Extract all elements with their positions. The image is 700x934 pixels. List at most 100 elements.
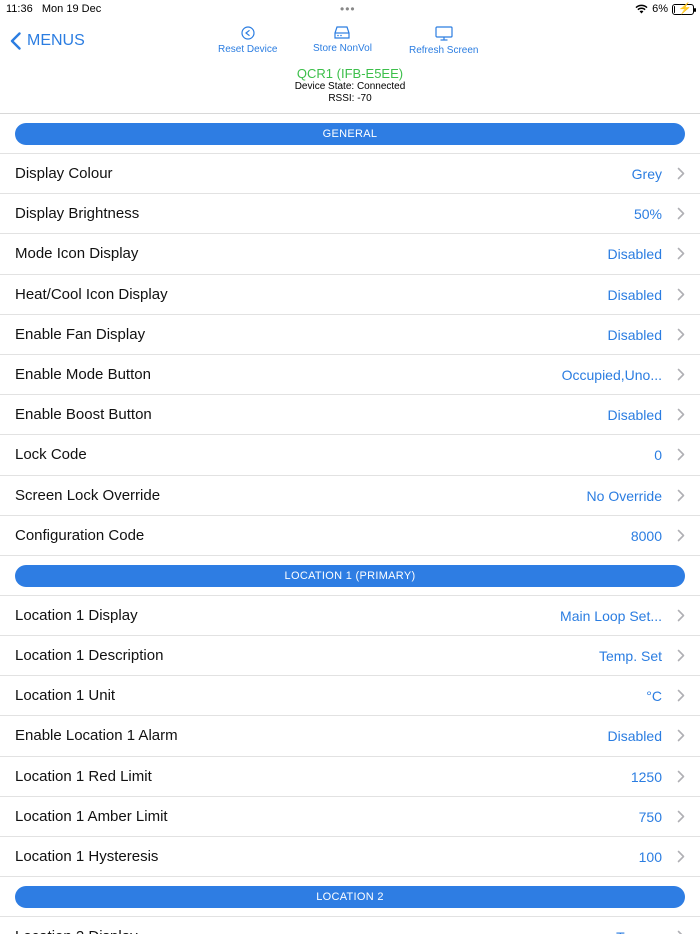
setting-label: Enable Mode Button — [15, 365, 151, 383]
setting-row[interactable]: Display Colour Grey — [0, 154, 700, 195]
setting-value: 100 — [638, 849, 662, 865]
setting-row[interactable]: Location 1 Description Temp. Set — [0, 636, 700, 677]
chevron-right-icon — [677, 328, 685, 346]
setting-row[interactable]: Location 1 Display Main Loop Set... — [0, 596, 700, 637]
reset-icon — [241, 26, 255, 40]
setting-label: Heat/Cool Icon Display — [15, 285, 168, 303]
status-indicators: 6% ⚡ — [635, 3, 696, 15]
setting-row[interactable]: Screen Lock Override No Override — [0, 476, 700, 516]
section-header: GENERAL — [0, 114, 700, 154]
setting-row[interactable]: Mode Icon Display Disabled — [0, 234, 700, 275]
setting-value: °C — [646, 688, 662, 705]
setting-value: Disabled — [607, 326, 662, 343]
drive-icon — [334, 26, 351, 39]
chevron-right-icon — [677, 810, 685, 828]
setting-value: Main Loop Set... — [560, 607, 662, 624]
setting-value: 0 — [654, 447, 662, 464]
chevron-right-icon — [677, 167, 685, 185]
setting-label: Display Colour — [15, 165, 113, 182]
store-nonvol-label: Store NonVol — [313, 43, 372, 54]
device-state: Device State: Connected — [294, 81, 406, 92]
status-bar: 11:36 Mon 19 Dec ••• 6% ⚡ — [0, 0, 700, 20]
setting-value: No Override — [586, 487, 662, 504]
section-title: LOCATION 2 — [15, 886, 685, 909]
setting-row[interactable]: Location 2 Display Temp... — [0, 917, 700, 934]
chevron-right-icon — [677, 207, 685, 225]
back-label: MENUS — [27, 32, 85, 49]
chevron-right-icon — [677, 729, 685, 747]
chevron-right-icon — [677, 770, 685, 788]
monitor-icon — [435, 26, 453, 41]
setting-value: 8000 — [630, 527, 662, 544]
chevron-right-icon — [677, 247, 685, 265]
setting-row[interactable]: Enable Mode Button Occupied,Uno... — [0, 355, 700, 396]
setting-value: Occupied,Uno... — [561, 366, 662, 383]
section-header: LOCATION 2 — [0, 877, 700, 918]
setting-row[interactable]: Location 1 Hysteresis 100 — [0, 837, 700, 878]
section-title: GENERAL — [15, 123, 685, 145]
chevron-right-icon — [677, 609, 685, 627]
setting-label: Screen Lock Override — [15, 486, 161, 504]
setting-row[interactable]: Configuration Code 8000 — [0, 516, 700, 556]
device-rssi: RSSI: -70 — [328, 93, 372, 104]
chevron-right-icon — [677, 489, 685, 507]
reset-device-button[interactable]: Reset Device — [218, 26, 277, 55]
setting-row[interactable]: Display Brightness 50% — [0, 194, 700, 235]
setting-value: 750 — [638, 808, 662, 825]
chevron-right-icon — [677, 649, 685, 667]
chevron-right-icon — [677, 689, 685, 707]
settings-list: GENERAL Display Colour Grey Display Brightn… — [0, 114, 700, 934]
setting-value: 50% — [633, 206, 662, 223]
setting-value: Temp... — [616, 929, 662, 934]
setting-row[interactable]: Lock Code 0 — [0, 435, 700, 476]
setting-label: Location 1 Display — [15, 606, 138, 624]
setting-row[interactable]: Location 1 Amber Limit 750 — [0, 797, 700, 837]
store-nonvol-button[interactable]: Store NonVol — [313, 26, 372, 54]
section-header: LOCATION 1 (PRIMARY) — [0, 556, 700, 596]
setting-value: Disabled — [607, 286, 662, 303]
setting-label: Configuration Code — [15, 526, 145, 544]
setting-row[interactable]: Enable Fan Display Disabled — [0, 315, 700, 355]
setting-value: Disabled — [607, 407, 662, 424]
section-title: LOCATION 1 (PRIMARY) — [15, 564, 685, 587]
setting-row[interactable]: Enable Boost Button Disabled — [0, 395, 700, 436]
setting-label: Enable Fan Display — [15, 325, 146, 343]
navigation-bar: MENUS Reset Device Store NonVol Refresh … — [0, 20, 700, 114]
setting-label: Display Brightness — [15, 205, 140, 223]
multitasking-dots[interactable]: ••• — [340, 2, 356, 16]
setting-value: Temp. Set — [598, 648, 662, 665]
setting-value: Disabled — [607, 728, 662, 745]
chevron-right-icon — [677, 368, 685, 386]
reset-device-label: Reset Device — [218, 44, 278, 55]
battery-icon: ⚡ — [672, 3, 696, 15]
refresh-screen-label: Refresh Screen — [409, 45, 479, 56]
setting-label: Enable Boost Button — [15, 406, 152, 424]
setting-label: Location 2 Display — [15, 928, 138, 934]
chevron-right-icon — [677, 529, 685, 547]
chevron-right-icon — [677, 408, 685, 426]
setting-row[interactable]: Enable Location 1 Alarm Disabled — [0, 716, 700, 757]
status-time: 11:36 Mon 19 Dec — [6, 3, 102, 15]
setting-label: Location 1 Description — [15, 647, 164, 665]
setting-label: Location 1 Amber Limit — [15, 807, 168, 825]
setting-label: Lock Code — [15, 446, 87, 464]
setting-value: Grey — [631, 166, 662, 182]
setting-label: Mode Icon Display — [15, 245, 139, 263]
back-button[interactable]: MENUS — [10, 32, 85, 50]
setting-row[interactable]: Heat/Cool Icon Display Disabled — [0, 275, 700, 315]
battery-percent: 6% — [652, 3, 668, 15]
setting-label: Location 1 Unit — [15, 687, 116, 705]
setting-row[interactable]: Location 1 Red Limit 1250 — [0, 757, 700, 797]
device-name: QCR1 (IFB-E5EE) — [296, 66, 404, 81]
chevron-right-icon — [677, 850, 685, 868]
chevron-right-icon — [677, 930, 685, 934]
chevron-left-icon — [10, 32, 21, 50]
chevron-right-icon — [677, 448, 685, 466]
setting-label: Enable Location 1 Alarm — [15, 727, 178, 745]
setting-label: Location 1 Hysteresis — [15, 848, 159, 865]
setting-row[interactable]: Location 1 Unit °C — [0, 676, 700, 717]
setting-label: Location 1 Red Limit — [15, 767, 152, 785]
setting-value: 1250 — [630, 768, 662, 785]
wifi-icon — [635, 4, 648, 14]
refresh-screen-button[interactable]: Refresh Screen — [409, 26, 478, 56]
